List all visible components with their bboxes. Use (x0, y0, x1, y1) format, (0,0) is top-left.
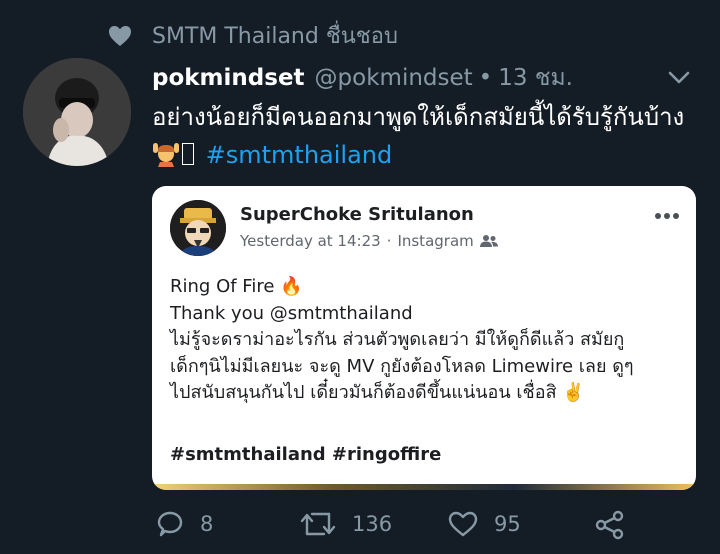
post-date[interactable]: Yesterday at 14:23 (240, 232, 381, 250)
reply-action[interactable]: 8 (156, 510, 213, 538)
post-source: Instagram (397, 232, 474, 250)
post-author-name[interactable]: SuperChoke Sritulanon (240, 204, 474, 225)
tweet-header: pokmindset @pokmindset • 13 ชม. (152, 58, 700, 98)
embedded-facebook-post[interactable]: SuperChoke Sritulanon Yesterday at 14:23… (152, 186, 696, 490)
post-author-avatar[interactable] (170, 200, 226, 256)
author-handle[interactable]: @pokmindset (315, 65, 473, 91)
social-context: SMTM Thailand ชื่นชอบ (108, 18, 398, 53)
like-heart-icon (448, 511, 478, 537)
separator-dot: • (478, 65, 493, 91)
avatar-photo (23, 58, 131, 166)
hashtag-link[interactable]: #smtmthailand (206, 141, 393, 169)
author-avatar[interactable] (23, 58, 131, 166)
tweet-body: อย่างน้อยก็มีคนออกมาพูดให้เด็กสมัยนี้ได้… (152, 103, 685, 131)
like-action[interactable]: 95 (448, 510, 521, 538)
tweet-text: อย่างน้อยก็มีคนออกมาพูดให้เด็กสมัยนี้ได้… (152, 98, 712, 174)
missing-glyph (182, 143, 194, 165)
retweet-count: 136 (352, 512, 393, 536)
share-action[interactable] (594, 510, 642, 540)
post-meta: Yesterday at 14:23 · Instagram (240, 232, 498, 250)
social-context-text: SMTM Thailand ชื่นชอบ (152, 24, 398, 49)
person-raising-hands-icon (152, 139, 180, 167)
reply-icon (157, 511, 183, 537)
like-count: 95 (494, 512, 521, 536)
retweet-icon (300, 512, 336, 536)
friends-audience-icon (479, 235, 498, 247)
meta-separator: · (386, 232, 392, 250)
tweet-actions: 8 136 95 (156, 510, 696, 550)
post-hashtags[interactable]: #smtmthailand #ringoffire (170, 444, 441, 465)
author-name[interactable]: pokmindset (152, 65, 305, 91)
reply-count: 8 (200, 512, 214, 536)
tweet-time[interactable]: 13 ชม. (498, 60, 573, 96)
post-body: Ring Of Fire 🔥 Thank you @smtmthailand ไ… (170, 276, 634, 403)
more-options-icon[interactable] (654, 212, 680, 220)
share-icon (595, 510, 624, 540)
retweet-action[interactable]: 136 (300, 510, 392, 538)
heart-icon (109, 25, 131, 46)
chevron-down-icon[interactable] (666, 66, 692, 88)
image-strip (152, 484, 696, 490)
